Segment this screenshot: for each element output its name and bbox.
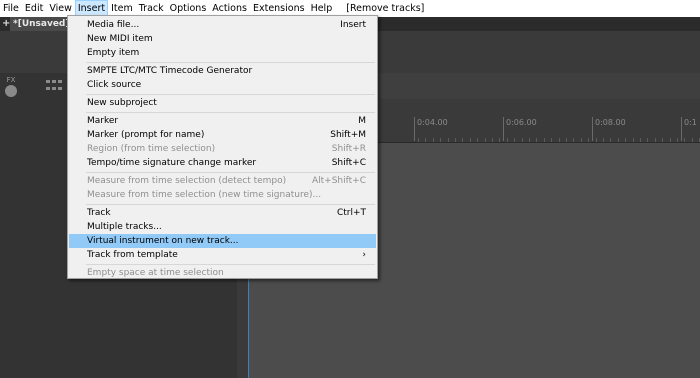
menu-item-multiple-tracks[interactable]: Multiple tracks... — [69, 220, 376, 234]
add-tab-button[interactable]: + — [2, 17, 10, 31]
ruler-minor-tick — [655, 138, 656, 142]
ruler-minor-tick — [581, 138, 582, 142]
ruler-minor-tick — [514, 138, 515, 142]
ruler-label: 0:1 — [684, 118, 697, 127]
ruler-minor-tick — [499, 138, 500, 142]
menu-separator — [86, 264, 375, 265]
ruler-minor-tick — [418, 138, 419, 142]
menu-item-marker-prompt[interactable]: Marker (prompt for name) Shift+M — [69, 128, 376, 142]
ruler-minor-tick — [551, 138, 552, 142]
ruler-minor-tick — [433, 138, 434, 142]
menu-item-new-midi-item[interactable]: New MIDI item — [69, 32, 376, 46]
ruler-label: 0:06.00 — [506, 118, 537, 127]
ruler-minor-tick — [692, 138, 693, 142]
ruler-minor-tick — [618, 138, 619, 142]
ruler-minor-tick — [522, 138, 523, 142]
ruler-label: 0:08.00 — [595, 118, 626, 127]
ruler-minor-tick — [596, 138, 597, 142]
ruler-minor-tick — [492, 138, 493, 142]
ruler-label: 0:04.00 — [417, 118, 448, 127]
ruler-minor-tick — [573, 138, 574, 142]
menu-separator — [86, 62, 375, 63]
menu-separator — [86, 172, 375, 173]
fx-film-icon — [5, 85, 17, 97]
ruler-minor-tick — [640, 138, 641, 142]
menu-item-empty-space[interactable]: Empty space at time selection — [69, 266, 376, 280]
submenu-arrow-icon: › — [362, 250, 366, 260]
ruler-minor-tick — [544, 138, 545, 142]
menu-file[interactable]: File — [0, 0, 22, 17]
project-tab[interactable]: *[Unsaved] — [10, 17, 70, 31]
menu-item-click-source[interactable]: Click source — [69, 78, 376, 92]
ruler-minor-tick — [610, 138, 611, 142]
menu-item-track[interactable]: Track Ctrl+T — [69, 206, 376, 220]
fx-button[interactable]: FX — [4, 76, 18, 97]
ruler-minor-tick — [625, 138, 626, 142]
ruler-minor-tick — [440, 138, 441, 142]
ruler-minor-tick — [470, 138, 471, 142]
menu-separator — [86, 94, 375, 95]
menu-separator — [86, 204, 375, 205]
ruler-minor-tick — [536, 138, 537, 142]
menu-item-empty-item[interactable]: Empty item — [69, 46, 376, 60]
ruler-major-tick — [681, 117, 682, 141]
ruler-minor-tick — [455, 138, 456, 142]
ruler-major-tick — [592, 117, 593, 141]
ruler-minor-tick — [485, 138, 486, 142]
ruler-minor-tick — [647, 138, 648, 142]
menu-item-virtual-instrument[interactable]: Virtual instrument on new track... — [69, 234, 376, 248]
menu-item-track-from-template[interactable]: Track from template › — [69, 248, 376, 262]
ruler-minor-tick — [662, 138, 663, 142]
ruler-minor-tick — [559, 138, 560, 142]
ruler-minor-tick — [603, 138, 604, 142]
menu-item-marker[interactable]: Marker M — [69, 114, 376, 128]
mixer-grid-icon[interactable] — [46, 80, 62, 92]
ruler-minor-tick — [677, 138, 678, 142]
menu-item-media-file[interactable]: Media file... Insert — [69, 18, 376, 32]
ruler-minor-tick — [588, 138, 589, 142]
ruler-minor-tick — [507, 138, 508, 142]
menu-item-measure-new-timesig[interactable]: Measure from time selection (new time si… — [69, 188, 376, 202]
ruler-minor-tick — [566, 138, 567, 142]
ruler-major-tick — [503, 117, 504, 141]
ruler-minor-tick — [477, 138, 478, 142]
menu-item-region[interactable]: Region (from time selection) Shift+R — [69, 142, 376, 156]
ruler-minor-tick — [425, 138, 426, 142]
menu-item-new-subproject[interactable]: New subproject — [69, 96, 376, 110]
menu-edit[interactable]: Edit — [22, 0, 46, 17]
ruler-major-tick — [414, 117, 415, 141]
ruler-minor-tick — [633, 138, 634, 142]
fx-label: FX — [6, 76, 16, 84]
ruler-minor-tick — [462, 138, 463, 142]
reaper-window: File Edit View Insert Item Track Options… — [0, 0, 700, 378]
ruler-minor-tick — [448, 138, 449, 142]
menu-item-tempo-marker[interactable]: Tempo/time signature change marker Shift+… — [69, 156, 376, 170]
ruler-minor-tick — [529, 138, 530, 142]
menu-separator — [86, 112, 375, 113]
menu-item-smpte-generator[interactable]: SMPTE LTC/MTC Timecode Generator — [69, 64, 376, 78]
menu-item-measure-detect-tempo[interactable]: Measure from time selection (detect temp… — [69, 174, 376, 188]
ruler-minor-tick — [670, 138, 671, 142]
insert-menu-dropdown: Media file... Insert New MIDI item Empty … — [67, 15, 378, 279]
ruler-minor-tick — [684, 138, 685, 142]
